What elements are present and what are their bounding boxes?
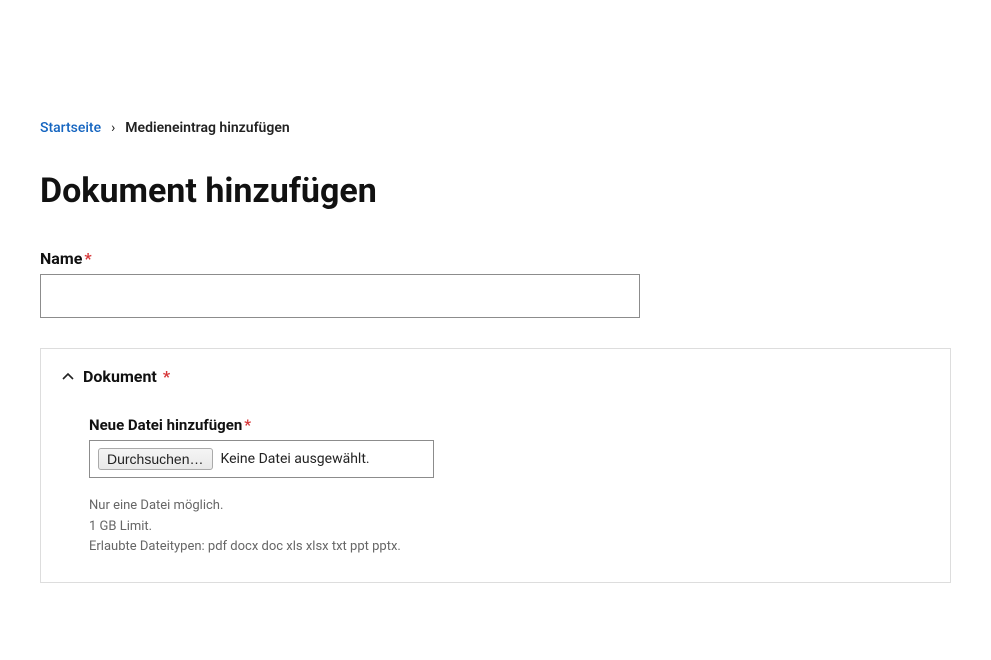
dokument-fieldset-title: Dokument * bbox=[83, 367, 170, 386]
chevron-up-icon bbox=[61, 370, 75, 384]
breadcrumb-current: Medieneintrag hinzufügen bbox=[125, 120, 289, 136]
page-container: Startseite › Medieneintrag hinzufügen Do… bbox=[0, 0, 991, 623]
browse-button[interactable]: Durchsuchen… bbox=[98, 448, 213, 470]
dokument-fieldset-title-text: Dokument bbox=[83, 367, 157, 386]
required-marker-icon: * bbox=[244, 416, 251, 434]
name-field-label-text: Name bbox=[40, 249, 82, 268]
breadcrumb: Startseite › Medieneintrag hinzufügen bbox=[40, 120, 951, 136]
dokument-fieldset-body: Neue Datei hinzufügen* Durchsuchen… Kein… bbox=[61, 416, 930, 557]
file-status-text: Keine Datei ausgewählt. bbox=[221, 451, 370, 467]
breadcrumb-home-link[interactable]: Startseite bbox=[40, 120, 101, 136]
dokument-fieldset: Dokument * Neue Datei hinzufügen* Durchs… bbox=[40, 348, 951, 583]
file-field-label: Neue Datei hinzufügen* bbox=[89, 416, 930, 434]
file-field-label-text: Neue Datei hinzufügen bbox=[89, 416, 242, 434]
name-input[interactable] bbox=[40, 274, 640, 318]
page-title: Dokument hinzufügen bbox=[40, 171, 951, 211]
required-marker-icon: * bbox=[84, 249, 91, 268]
breadcrumb-separator-icon: › bbox=[111, 120, 115, 136]
file-hint-limit-files: Nur eine Datei möglich. bbox=[89, 496, 930, 516]
file-hints: Nur eine Datei möglich. 1 GB Limit. Erla… bbox=[89, 496, 930, 557]
dokument-fieldset-toggle[interactable]: Dokument * bbox=[61, 367, 930, 386]
file-input-wrapper[interactable]: Durchsuchen… Keine Datei ausgewählt. bbox=[89, 440, 434, 478]
name-field-label: Name* bbox=[40, 249, 951, 268]
required-marker-icon: * bbox=[163, 367, 170, 386]
name-field: Name* bbox=[40, 249, 951, 318]
file-hint-limit-size: 1 GB Limit. bbox=[89, 517, 930, 537]
file-hint-allowed-types: Erlaubte Dateitypen: pdf docx doc xls xl… bbox=[89, 537, 930, 557]
